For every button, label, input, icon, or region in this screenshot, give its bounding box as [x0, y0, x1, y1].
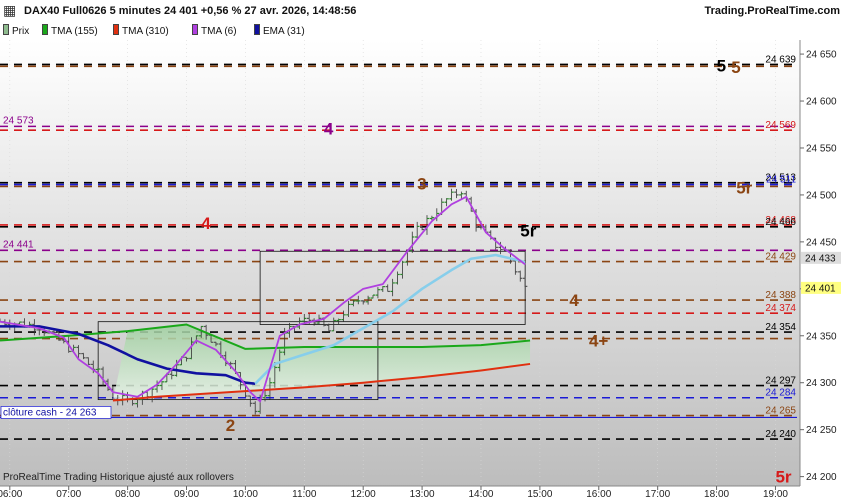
level-marker: 2 [226, 416, 235, 435]
ema-tag-label: 24 433 [805, 253, 836, 264]
level-label: 24 639 [765, 54, 796, 65]
level-label: 24 511 [766, 175, 796, 186]
level-marker: 4 [569, 291, 579, 310]
level-marker: 5r [736, 178, 752, 197]
price-tick-label: 24 450 [806, 237, 837, 248]
time-tick-label: 10:00 [233, 489, 258, 500]
level-marker: 4 [324, 119, 334, 138]
level-label: 24 284 [765, 388, 796, 399]
price-tick-label: 24 200 [806, 472, 837, 483]
level-marker: 4 [201, 214, 211, 233]
time-tick-label: 16:00 [586, 489, 611, 500]
level-label: 24 354 [765, 322, 796, 333]
level-label: 24 466 [765, 217, 796, 228]
time-tick-label: 14:00 [468, 489, 493, 500]
level-label: 24 374 [765, 303, 796, 314]
level-marker: 5r [775, 468, 791, 487]
time-tick-label: 09:00 [174, 489, 199, 500]
time-tick-label: 12:00 [351, 489, 376, 500]
level-label: 24 265 [765, 406, 796, 417]
time-tick-label: 19:00 [763, 489, 788, 500]
level-label: 24 569 [765, 120, 796, 131]
level-marker: 5 [731, 58, 740, 77]
level-marker: 3 [417, 175, 426, 194]
price-tick-label: 24 650 [806, 50, 837, 61]
level-marker: 4+ [589, 331, 608, 350]
level-label: 24 388 [765, 290, 796, 301]
level-label: 24 441 [3, 239, 34, 250]
time-tick-label: 15:00 [527, 489, 552, 500]
price-chart[interactable]: 24 63924 573 24 56924 51324 51124 46824 4… [0, 0, 850, 500]
price-tick-label: 24 300 [806, 378, 837, 389]
time-tick-label: 13:00 [410, 489, 435, 500]
price-tick-label: 24 550 [806, 143, 837, 154]
level-label: 24 240 [765, 429, 796, 440]
price-tick-label: 24 600 [806, 97, 837, 108]
footer-note: ProRealTime Trading Historique ajusté au… [3, 472, 234, 483]
price-tick-label: 24 350 [806, 331, 837, 342]
time-tick-label: 17:00 [645, 489, 670, 500]
level-marker: 5 [717, 56, 726, 75]
time-tick-label: 07:00 [56, 489, 81, 500]
level-label: 24 429 [765, 252, 796, 263]
price-tick-label: 24 250 [806, 425, 837, 436]
close-cash-label: clôture cash - 24 263 [3, 407, 97, 418]
level-label: 24 297 [765, 376, 796, 387]
level-label: 24 573 [3, 115, 34, 126]
plot-background [0, 40, 800, 486]
price-tick-label: 24 500 [806, 190, 837, 201]
time-tick-label: 11:00 [292, 489, 317, 500]
last-price-tag-label: 24 401 [805, 283, 836, 294]
footer-layer: ProRealTime Trading Historique ajusté au… [3, 472, 234, 483]
time-tick-label: 06:00 [0, 489, 23, 500]
level-marker: 5r [520, 222, 536, 241]
time-tick-label: 08:00 [115, 489, 140, 500]
time-tick-label: 18:00 [704, 489, 729, 500]
